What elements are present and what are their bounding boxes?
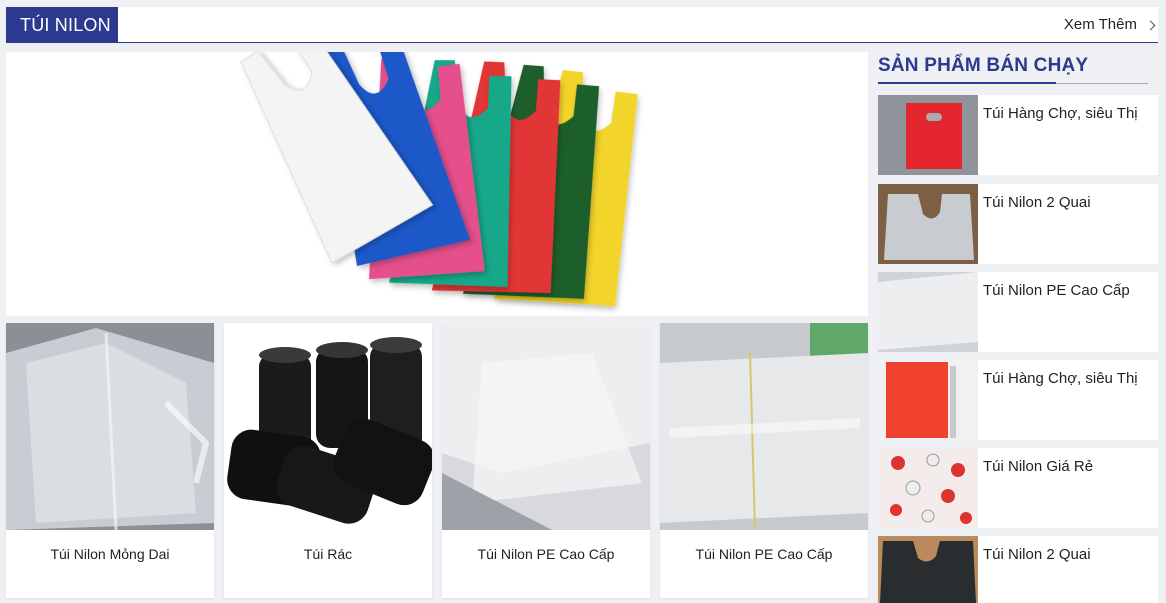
sidebar-product-thumb[interactable]	[878, 448, 978, 528]
hero-banner[interactable]	[6, 52, 868, 316]
sidebar-product-thumb[interactable]	[878, 95, 978, 175]
product-name[interactable]: Túi Rác	[224, 530, 432, 578]
sidebar-product-name[interactable]: Túi Hàng Chợ, siêu Thị	[983, 105, 1138, 122]
chevron-right-icon	[1145, 20, 1156, 30]
sidebar-product-name[interactable]: Túi Nilon 2 Quai	[983, 194, 1091, 211]
pe-plastic-bag-image	[442, 323, 650, 530]
clear-plastic-bag-image	[6, 323, 214, 530]
sidebar-product-item[interactable]: Túi Hàng Chợ, siêu Thị	[878, 95, 1158, 175]
sidebar-product-item[interactable]: Túi Nilon 2 Quai	[878, 536, 1158, 603]
product-image[interactable]	[6, 323, 214, 530]
sidebar-product-item[interactable]: Túi Nilon Giá Rẻ	[878, 448, 1158, 528]
sidebar-product-name[interactable]: Túi Nilon PE Cao Cấp	[983, 282, 1130, 299]
sidebar-product-name[interactable]: Túi Nilon 2 Quai	[983, 546, 1091, 563]
product-card[interactable]: Túi Rác	[224, 323, 432, 598]
product-card[interactable]: Túi Nilon PE Cao Cấp	[442, 323, 650, 598]
product-image[interactable]	[224, 323, 432, 530]
product-card[interactable]: Túi Nilon PE Cao Cấp	[660, 323, 868, 598]
sidebar-product-name[interactable]: Túi Nilon Giá Rẻ	[983, 458, 1093, 475]
sidebar-product-thumb[interactable]	[878, 360, 978, 440]
bestseller-title: SẢN PHẨM BÁN CHẠY	[878, 55, 1089, 76]
pe-bag-thumb-image	[878, 272, 978, 352]
product-name[interactable]: Túi Nilon Mỏng Dai	[6, 530, 214, 578]
printed-bag-thumb-image	[878, 448, 978, 528]
sidebar-product-item[interactable]: Túi Hàng Chợ, siêu Thị	[878, 360, 1158, 440]
pe-plastic-bag-image	[660, 323, 868, 530]
clear-bag-thumb-image	[878, 184, 978, 264]
product-name[interactable]: Túi Nilon PE Cao Cấp	[660, 530, 868, 578]
red-bag-thumb-image	[878, 360, 978, 440]
category-title[interactable]: TÚI NILON	[6, 7, 118, 43]
black-garbage-bag-rolls-image	[224, 323, 432, 530]
sidebar-product-thumb[interactable]	[878, 272, 978, 352]
sidebar-product-thumb[interactable]	[878, 184, 978, 264]
colorful-plastic-bags-image	[240, 52, 638, 307]
black-bag-thumb-image	[878, 536, 978, 603]
product-image[interactable]	[660, 323, 868, 530]
product-image[interactable]	[442, 323, 650, 530]
red-bag-thumb-image	[878, 95, 978, 175]
view-more-link[interactable]: Xem Thêm	[1063, 7, 1156, 43]
sidebar-product-item[interactable]: Túi Nilon 2 Quai	[878, 184, 1158, 264]
category-header: TÚI NILON Xem Thêm	[6, 7, 1158, 43]
view-more-label: Xem Thêm	[1063, 16, 1137, 33]
sidebar-product-name[interactable]: Túi Hàng Chợ, siêu Thị	[983, 370, 1138, 387]
product-name[interactable]: Túi Nilon PE Cao Cấp	[442, 530, 650, 578]
product-card[interactable]: Túi Nilon Mỏng Dai	[6, 323, 214, 598]
bestseller-divider	[878, 82, 1148, 84]
sidebar-product-thumb[interactable]	[878, 536, 978, 603]
sidebar-product-item[interactable]: Túi Nilon PE Cao Cấp	[878, 272, 1158, 352]
